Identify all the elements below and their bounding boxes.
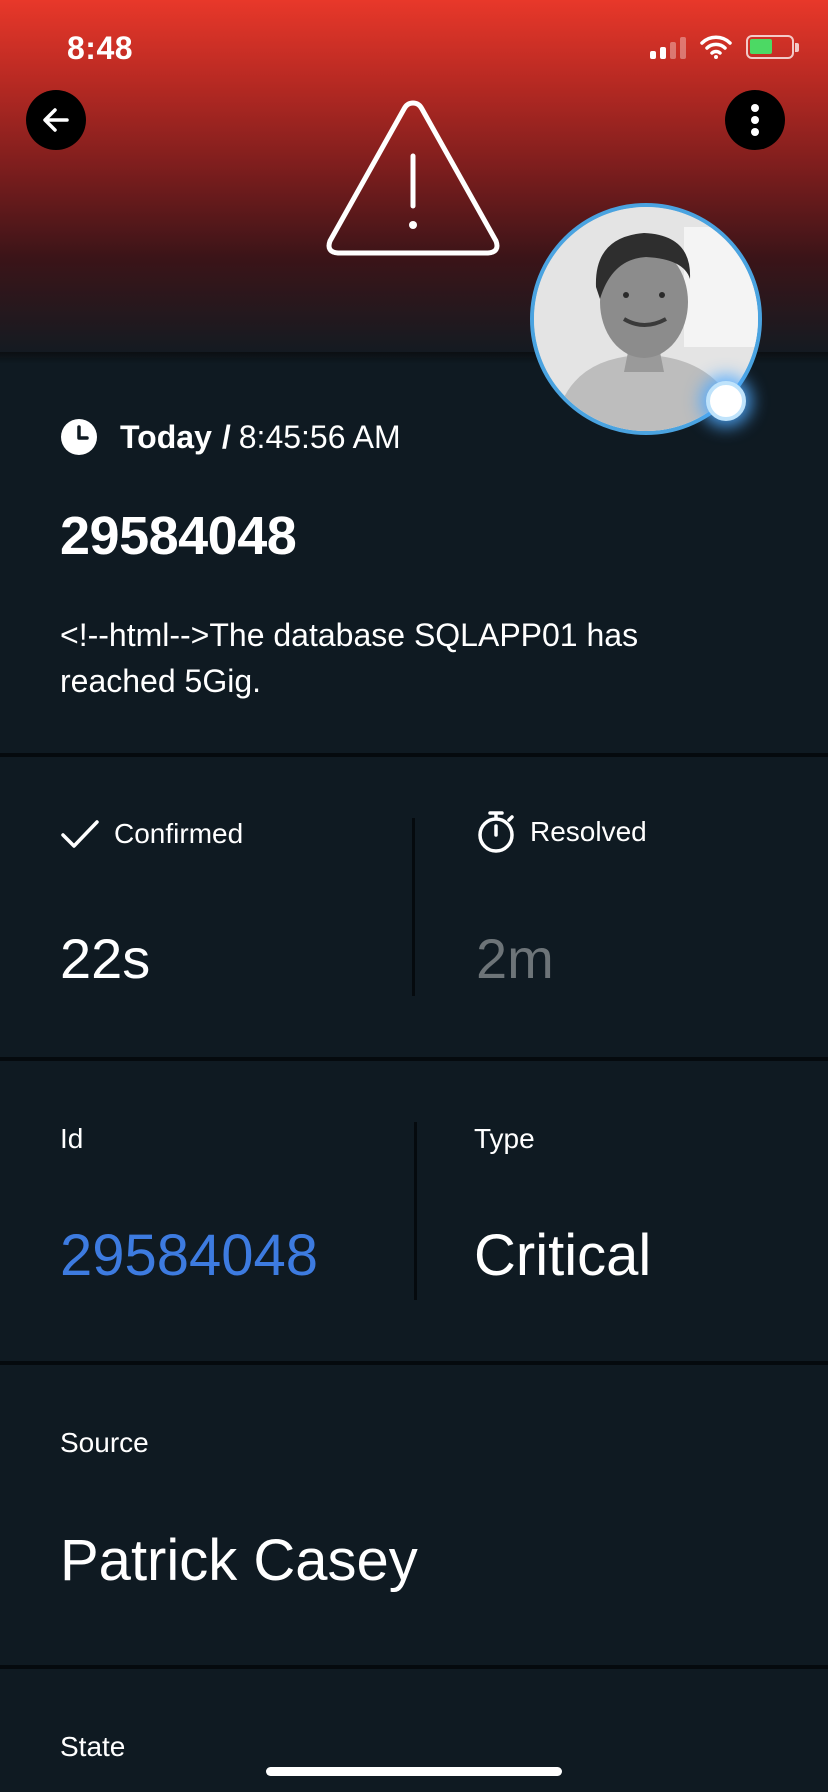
source-label: Source <box>60 1427 149 1458</box>
arrow-left-icon <box>43 108 69 132</box>
confirmed-value: 22s <box>60 927 151 990</box>
divider <box>0 753 828 757</box>
time-value: 8:45:56 AM <box>238 418 401 455</box>
warning-triangle-icon <box>326 100 500 256</box>
alert-timestamp: Today / 8:45:56 AM <box>60 418 401 456</box>
back-button[interactable] <box>26 90 86 150</box>
status-icons <box>650 32 799 62</box>
divider <box>0 1361 828 1365</box>
presence-indicator <box>706 381 746 421</box>
resolved-value: 2m <box>476 927 554 990</box>
time-separator: / <box>221 418 231 455</box>
id-label: Id <box>60 1123 84 1154</box>
alert-number: 29584048 <box>60 506 297 566</box>
id-link[interactable]: 29584048 <box>60 1222 318 1289</box>
more-options-button[interactable] <box>725 90 785 150</box>
resolved-label: Resolved <box>476 810 647 854</box>
type-value: Critical <box>474 1223 652 1288</box>
status-time: 8:48 <box>67 30 134 66</box>
time-day: Today <box>120 418 212 455</box>
checkmark-icon <box>61 820 99 848</box>
state-label: State <box>60 1731 126 1762</box>
confirmed-label: Confirmed <box>60 818 243 850</box>
type-label: Type <box>474 1123 535 1154</box>
clock-icon <box>61 419 97 455</box>
divider <box>0 1665 828 1669</box>
divider <box>0 1057 828 1061</box>
home-indicator[interactable] <box>266 1767 562 1776</box>
source-value[interactable]: Patrick Casey <box>60 1527 418 1594</box>
column-divider <box>414 1122 417 1300</box>
stopwatch-icon <box>478 811 514 853</box>
cellular-signal-icon <box>650 35 686 59</box>
wifi-icon <box>700 35 732 59</box>
alert-detail-screen: 8:48 Today / 8:45:56 AM 29584048 <!--htm… <box>0 0 828 1792</box>
alert-message: <!--html-->The database SQLAPP01 has rea… <box>60 617 639 699</box>
battery-charging-icon <box>746 35 799 59</box>
column-divider <box>412 818 415 996</box>
more-vertical-icon <box>751 104 759 136</box>
